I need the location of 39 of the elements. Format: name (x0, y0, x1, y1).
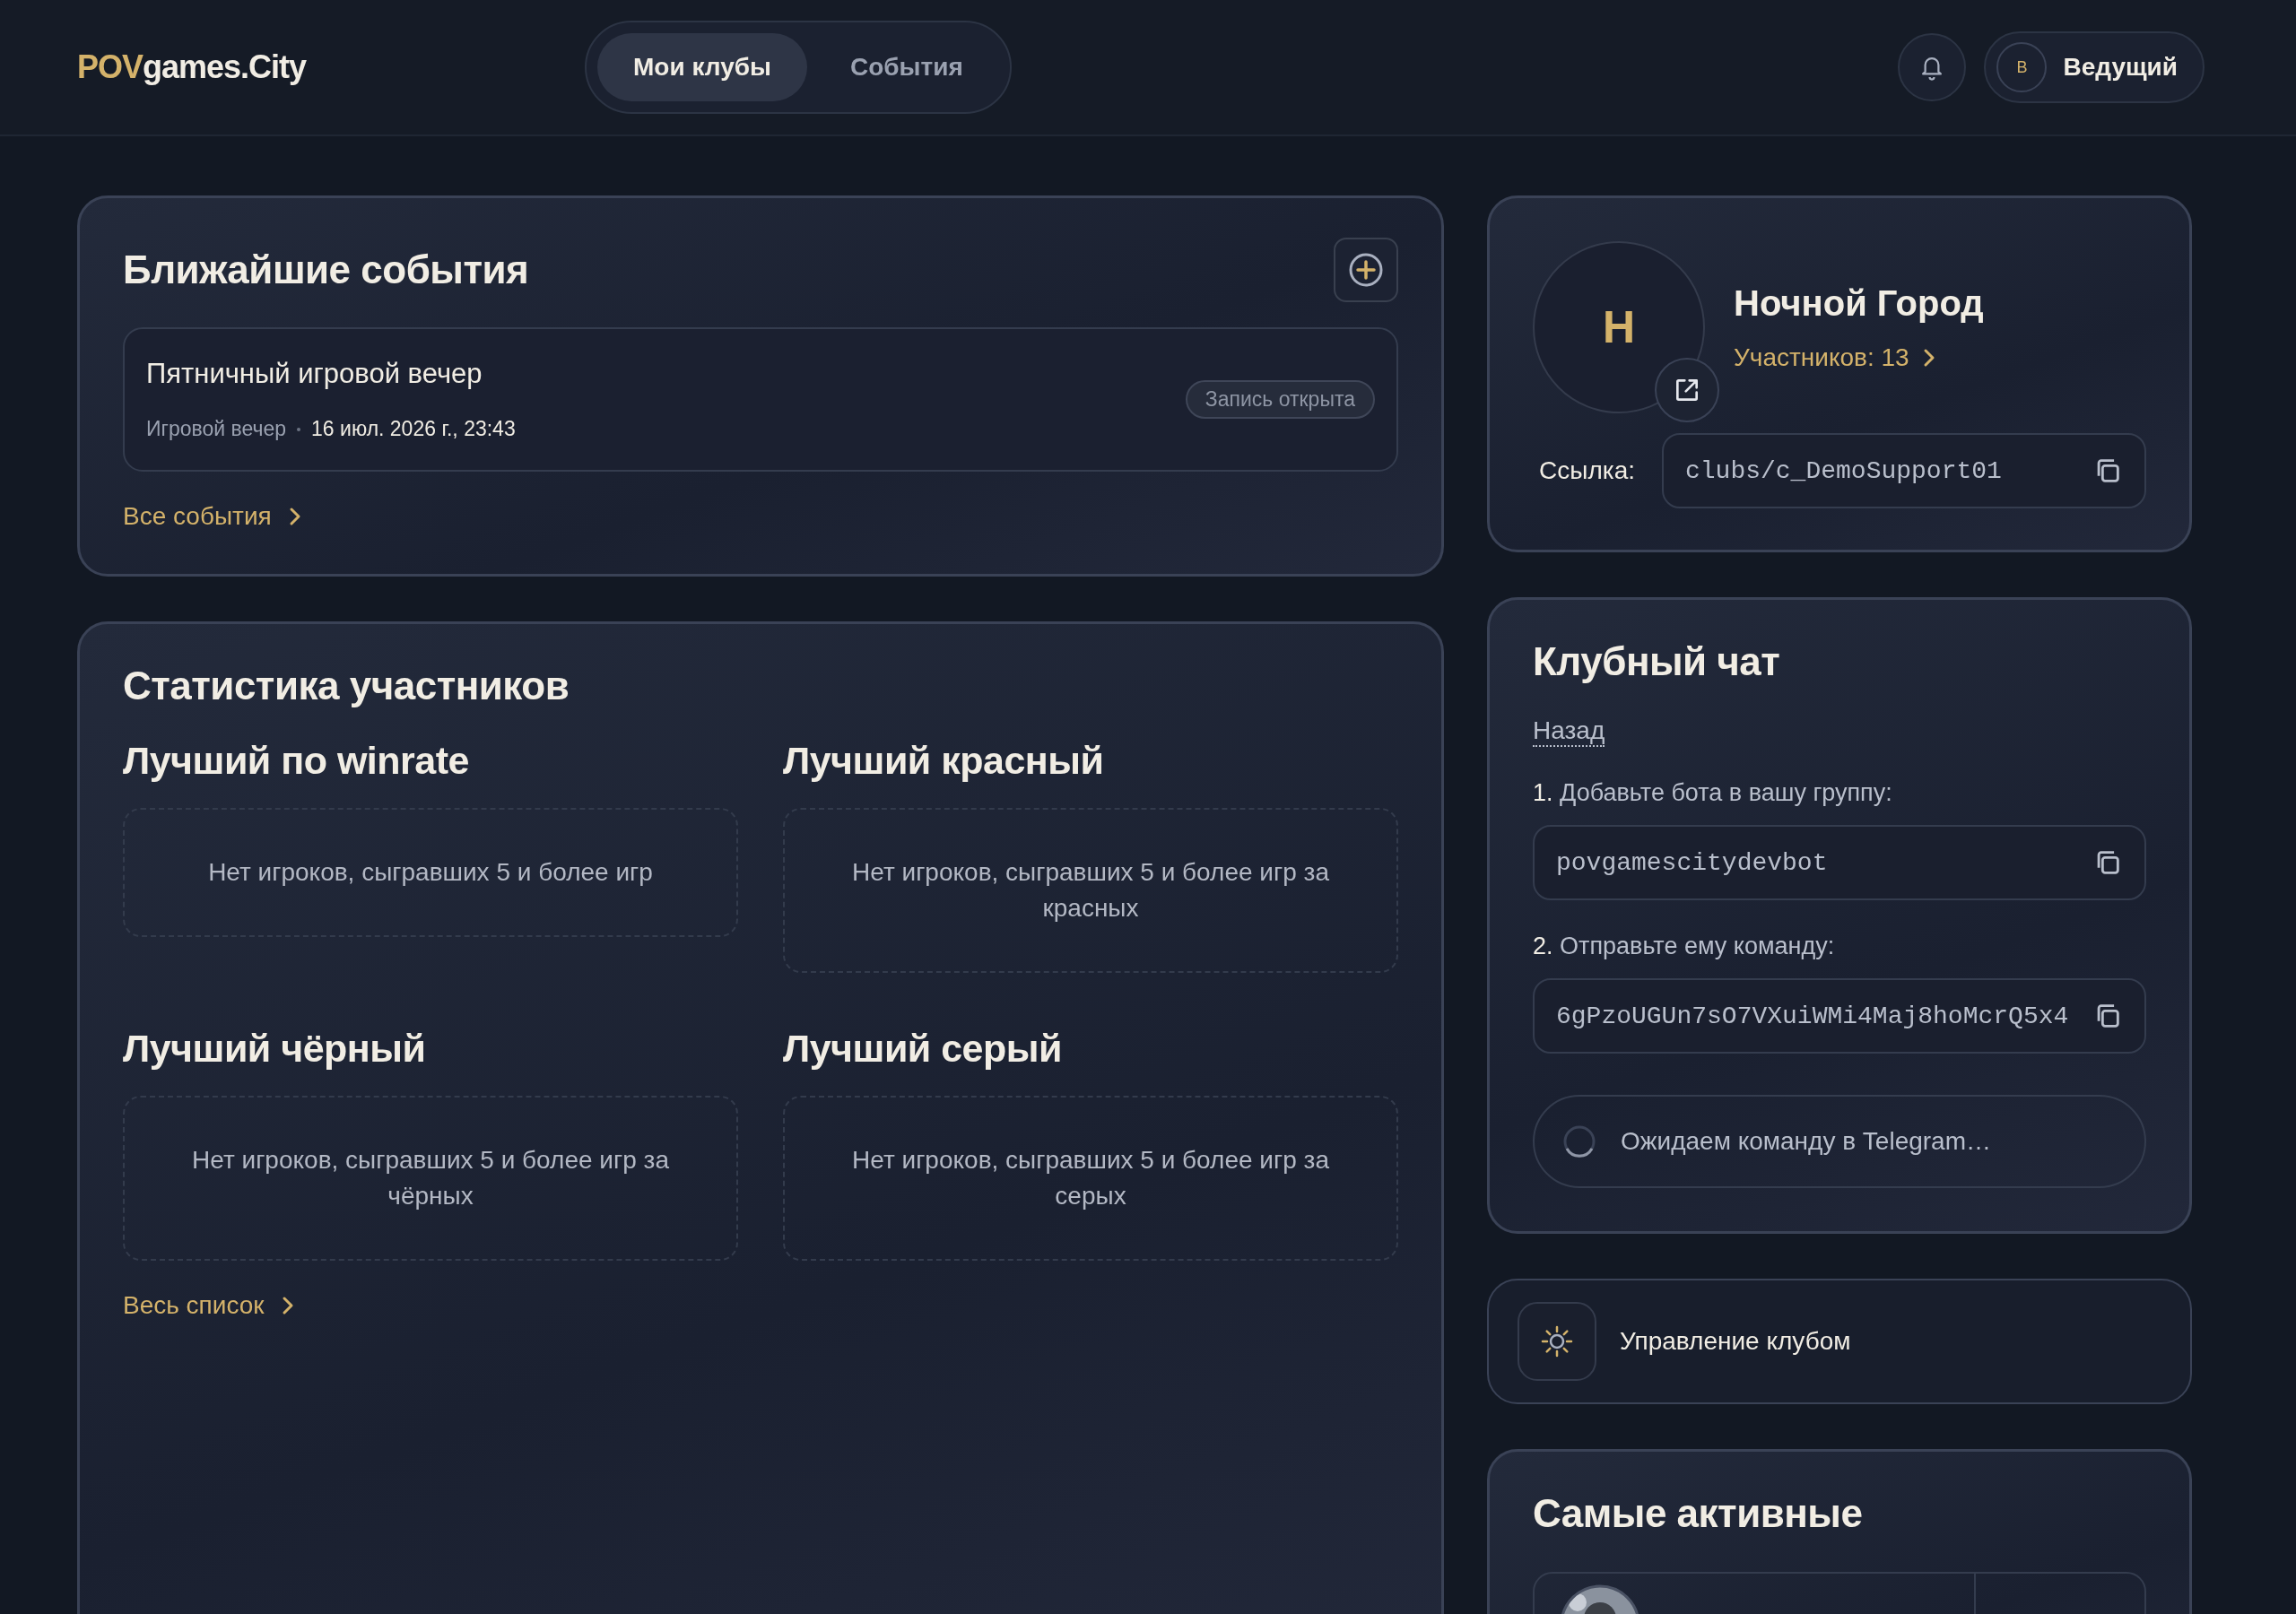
section-title: Лучший красный (783, 739, 1105, 783)
add-button[interactable] (1334, 238, 1398, 302)
card-title: Клубный чат (1533, 639, 1781, 684)
sun-icon (1539, 1323, 1575, 1359)
nav-tab[interactable]: Мои клубы (597, 33, 807, 101)
card-title: Ближайшие события (123, 247, 529, 292)
event-date: 16 июл. 2026 г., 23:43 (311, 417, 516, 441)
empty-state: Нет игроков, сыгравших 5 и более игр за серых (783, 1096, 1398, 1261)
user-menu-button[interactable]: В Ведущий (1984, 31, 2205, 103)
step-text: 1. Добавьте бота в вашу группу: (1533, 779, 1893, 807)
status-badge: Запись открыта (1185, 380, 1375, 419)
link-field[interactable]: clubs/c_DemoSupport01 (1662, 433, 2146, 508)
plus-icon (1347, 251, 1385, 289)
back-link[interactable]: Назад (1533, 716, 1605, 747)
section-title: Лучший серый (783, 1027, 1063, 1071)
code-field[interactable]: 6gPzoUGUn7sO7VXuiWMi4Maj8hoMcrQ5x4 (1533, 978, 2146, 1054)
card-title: Статистика участников (123, 664, 570, 708)
club-name: Ночной Город (1734, 282, 1984, 324)
section-title: Лучший чёрный (123, 1027, 427, 1071)
spinner-icon (1561, 1124, 1597, 1159)
event-item[interactable]: Пятничный игровой вечер Игровой вечер 16 июл. 2026 г., 23:43 Запись открыта (123, 327, 1398, 472)
empty-state: Нет игроков, сыгравших 5 и более игр (123, 808, 738, 937)
waiting-status: Ожидаем команду в Telegram… (1621, 1127, 1991, 1156)
all-events-link[interactable]: Все события (123, 502, 302, 531)
event-type: Игровой вечер (146, 417, 287, 441)
code-field[interactable]: povgamescitydevbot (1533, 825, 2146, 900)
nav-tab[interactable]: События (814, 33, 999, 101)
card-title: Самые активные (1533, 1491, 1864, 1536)
manage-club-button[interactable]: Управление клубом (1487, 1279, 2192, 1404)
empty-state: Нет игроков, сыгравших 5 и более игр за красных (783, 808, 1398, 973)
section-title: Лучший по winrate (123, 739, 470, 783)
club-avatar: Н (1533, 241, 1705, 413)
full-list-link[interactable]: Весь список (123, 1291, 295, 1320)
empty-state: Нет игроков, сыгравших 5 и более игр за чёрных (123, 1096, 738, 1261)
step-text: 2. Отправьте ему команду: (1533, 933, 1836, 960)
field-label: Ссылка: (1538, 456, 1635, 485)
members-link[interactable]: Участников: 13 (1734, 343, 1936, 372)
logo[interactable]: POVgames.City (77, 48, 585, 86)
event-title: Пятничный игровой вечер (146, 358, 483, 390)
